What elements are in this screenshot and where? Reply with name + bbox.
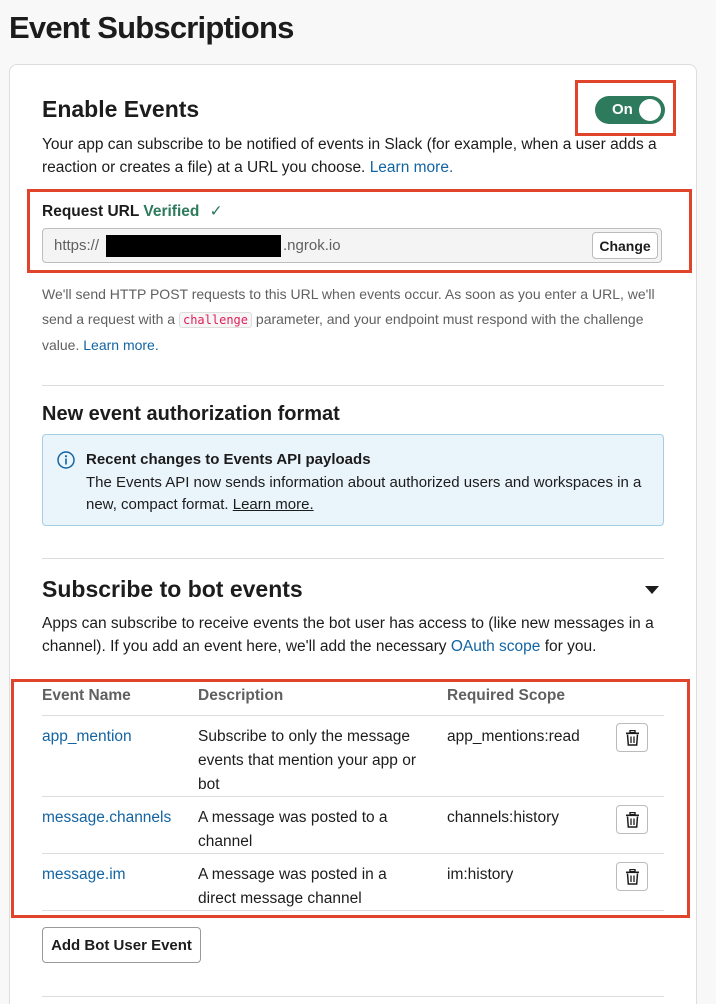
event-description: A message was posted in a direct message… (198, 866, 387, 907)
delete-event-button[interactable] (616, 723, 648, 752)
event-description: Subscribe to only the message events tha… (198, 728, 416, 793)
auth-format-heading: New event authorization format (42, 403, 340, 425)
delete-event-button[interactable] (616, 862, 648, 891)
info-body-text: The Events API now sends information abo… (86, 474, 642, 513)
request-url-learn-more-link[interactable]: Learn more. (83, 337, 158, 353)
request-url-label-row: Request URL Verified ✓ (42, 202, 223, 221)
event-name-link[interactable]: app_mention (42, 725, 132, 749)
column-header-description: Description (198, 687, 284, 704)
section-divider (42, 385, 664, 386)
url-prefix: https:// (54, 237, 100, 254)
column-header-event-name: Event Name (42, 687, 131, 704)
challenge-code: challenge (178, 312, 253, 328)
info-learn-more-link[interactable]: Learn more. (233, 496, 314, 513)
enable-events-heading: Enable Events (42, 96, 200, 122)
table-row-divider (42, 796, 664, 797)
check-icon: ✓ (209, 203, 223, 220)
toggle-knob (639, 99, 661, 121)
table-row-divider (42, 853, 664, 854)
bot-events-text-2: for you. (544, 638, 597, 655)
page-title: Event Subscriptions (9, 10, 294, 45)
table-row-divider (42, 715, 664, 716)
enable-events-learn-more-link[interactable]: Learn more. (370, 159, 454, 176)
column-header-required-scope: Required Scope (447, 687, 565, 704)
info-body: The Events API now sends information abo… (86, 472, 651, 516)
change-url-button[interactable]: Change (592, 232, 658, 259)
event-scope: im:history (447, 866, 514, 883)
event-name-link[interactable]: message.im (42, 863, 126, 887)
request-url-field[interactable]: https:// .ngrok.io Change (42, 228, 662, 263)
event-scope: channels:history (447, 809, 560, 826)
event-name-link[interactable]: message.channels (42, 806, 171, 830)
request-url-help: We'll send HTTP POST requests to this UR… (42, 282, 667, 358)
enable-events-description: Your app can subscribe to be notified of… (42, 133, 667, 179)
delete-event-button[interactable] (616, 805, 648, 834)
section-divider (42, 558, 664, 559)
bot-events-heading: Subscribe to bot events (42, 576, 303, 602)
event-description: A message was posted to a channel (198, 809, 388, 850)
collapse-caret-icon[interactable] (645, 586, 659, 594)
request-url-label: Request URL (42, 203, 140, 220)
table-row-divider (42, 910, 664, 911)
trash-icon (626, 730, 639, 746)
oauth-scope-link[interactable]: OAuth scope (451, 638, 541, 655)
trash-icon (626, 869, 639, 885)
info-icon (57, 451, 75, 469)
verified-status: Verified (143, 203, 200, 220)
info-banner: Recent changes to Events API payloads Th… (42, 434, 664, 526)
enable-events-toggle[interactable]: On (595, 96, 665, 124)
event-scope: app_mentions:read (447, 728, 580, 745)
enable-events-text: Your app can subscribe to be notified of… (42, 136, 657, 176)
url-suffix: .ngrok.io (283, 237, 341, 254)
toggle-label: On (612, 101, 633, 118)
bot-events-description: Apps can subscribe to receive events the… (42, 612, 667, 658)
info-title: Recent changes to Events API payloads (86, 451, 371, 468)
url-redaction (106, 235, 281, 257)
section-divider (42, 996, 664, 997)
trash-icon (626, 812, 639, 828)
add-bot-user-event-button[interactable]: Add Bot User Event (42, 927, 201, 963)
